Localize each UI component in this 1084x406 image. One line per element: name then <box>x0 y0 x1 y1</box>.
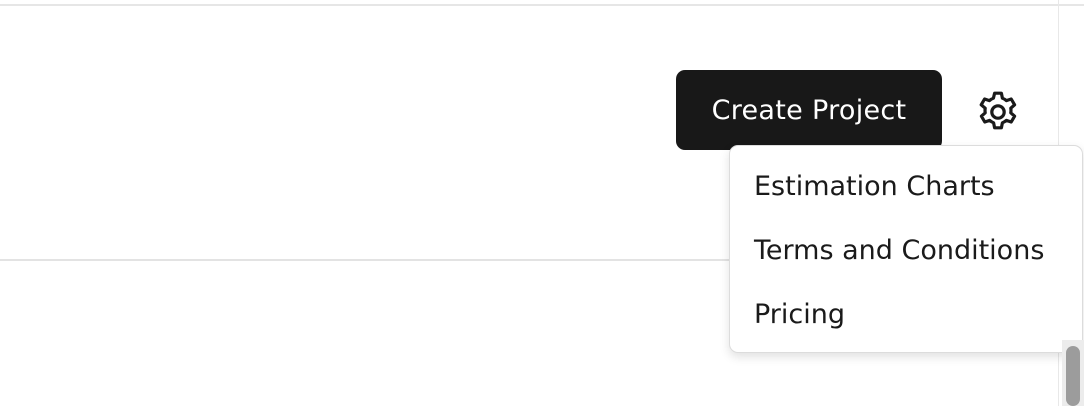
gear-icon <box>979 91 1017 130</box>
settings-dropdown-menu: Estimation Charts Terms and Conditions P… <box>729 145 1083 353</box>
menu-item-terms-and-conditions[interactable]: Terms and Conditions <box>754 229 1044 273</box>
header-divider <box>0 259 730 261</box>
menu-item-pricing[interactable]: Pricing <box>754 293 845 337</box>
menu-item-estimation-charts[interactable]: Estimation Charts <box>754 165 995 209</box>
top-divider <box>0 4 1084 6</box>
settings-button[interactable] <box>972 86 1024 138</box>
page: Create Project Estimation Charts Terms a… <box>0 0 1084 406</box>
create-project-button[interactable]: Create Project <box>676 70 942 150</box>
scrollbar-thumb[interactable] <box>1066 346 1080 406</box>
